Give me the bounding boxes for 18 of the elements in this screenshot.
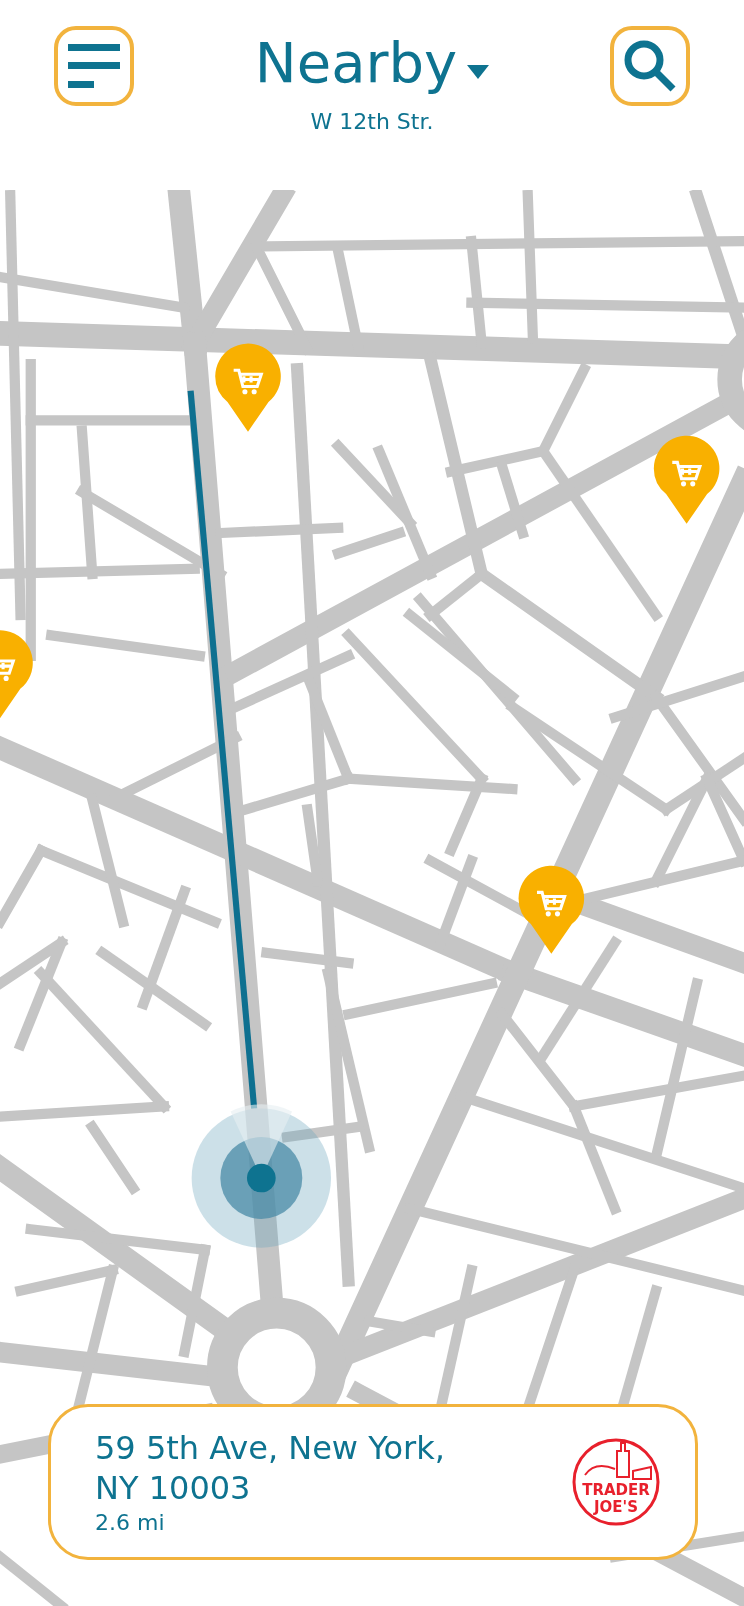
- caret-icon: [467, 64, 490, 79]
- shopping-cart-pin[interactable]: [518, 865, 585, 954]
- search-icon: [623, 39, 677, 93]
- search-button[interactable]: [610, 26, 690, 106]
- address-text: 59 5th Ave, New York, NY 10003: [95, 1429, 445, 1508]
- location-marker[interactable]: [191, 1104, 331, 1248]
- groceries-drawing: [584, 1442, 652, 1480]
- place-card[interactable]: 59 5th Ave, New York, NY 10003 2.6 mi TRADER JOE'S: [48, 1404, 698, 1560]
- shopping-cart-pin[interactable]: [215, 343, 281, 432]
- location-dropdown[interactable]: Nearby: [254, 26, 490, 95]
- distance-text: 2.6 mi: [95, 1509, 166, 1535]
- street-label: W 12th Str.: [310, 109, 434, 134]
- shopping-cart-pin[interactable]: [0, 630, 33, 719]
- menu-icon: [68, 44, 120, 88]
- menu-button[interactable]: [54, 26, 134, 106]
- logo-text: JOE'S: [594, 1498, 638, 1516]
- logo-text: TRADER: [582, 1481, 650, 1499]
- shopping-cart-pin[interactable]: [653, 435, 720, 524]
